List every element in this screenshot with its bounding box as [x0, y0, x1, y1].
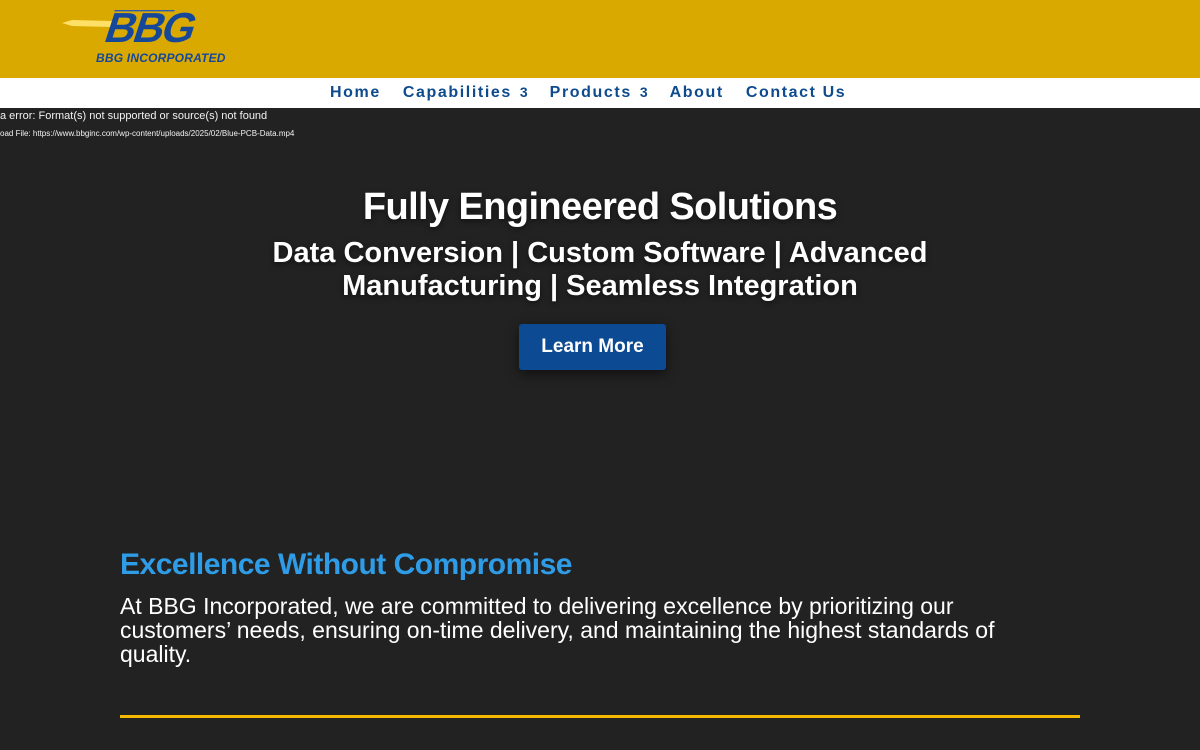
nav-products-label: Products	[549, 84, 632, 101]
hero-subtitle: Data Conversion | Custom Software | Adva…	[272, 237, 928, 302]
logo-swoosh	[62, 20, 112, 27]
logo-caption: BBG INCORPORATED	[96, 51, 226, 65]
section-divider	[120, 715, 1080, 718]
nav-home[interactable]: Home	[330, 84, 381, 102]
nav-products[interactable]: Products 3	[550, 84, 648, 102]
media-download-link[interactable]: oad File: https://www.bbginc.com/wp-cont…	[0, 129, 294, 138]
media-error-message: a error: Format(s) not supported or sour…	[0, 110, 268, 122]
nav-contact-us[interactable]: Contact Us	[746, 84, 846, 102]
chevron-down-icon: 3	[519, 84, 528, 100]
bbg-logo[interactable]: BBG BBG INCORPORATED	[62, 6, 254, 66]
nav-capabilities[interactable]: Capabilities 3	[403, 84, 528, 102]
section-title: Excellence Without Compromise	[120, 548, 573, 581]
logo-graphic: BBG	[62, 6, 202, 50]
section-body: At BBG Incorporated, we are committed to…	[120, 593, 995, 667]
nav-contact-us-label: Contact Us	[745, 84, 847, 101]
nav-about[interactable]: About	[670, 84, 724, 102]
nav-capabilities-label: Capabilities	[402, 84, 512, 101]
main-navigation: Home Capabilities 3 Products 3 About Conta…	[0, 78, 1200, 108]
logo-letters: BBG	[99, 6, 202, 50]
nav-home-label: Home	[330, 84, 381, 101]
nav-about-label: About	[669, 84, 724, 101]
site-header: BBG BBG INCORPORATED	[0, 0, 1200, 78]
learn-more-button[interactable]: Learn More	[519, 324, 666, 370]
chevron-down-icon: 3	[639, 84, 648, 100]
nav-menu: Home Capabilities 3 Products 3 About Conta…	[330, 78, 868, 108]
hero-title: Fully Engineered Solutions	[362, 186, 838, 228]
logo-lettermark: BBG	[99, 6, 202, 50]
